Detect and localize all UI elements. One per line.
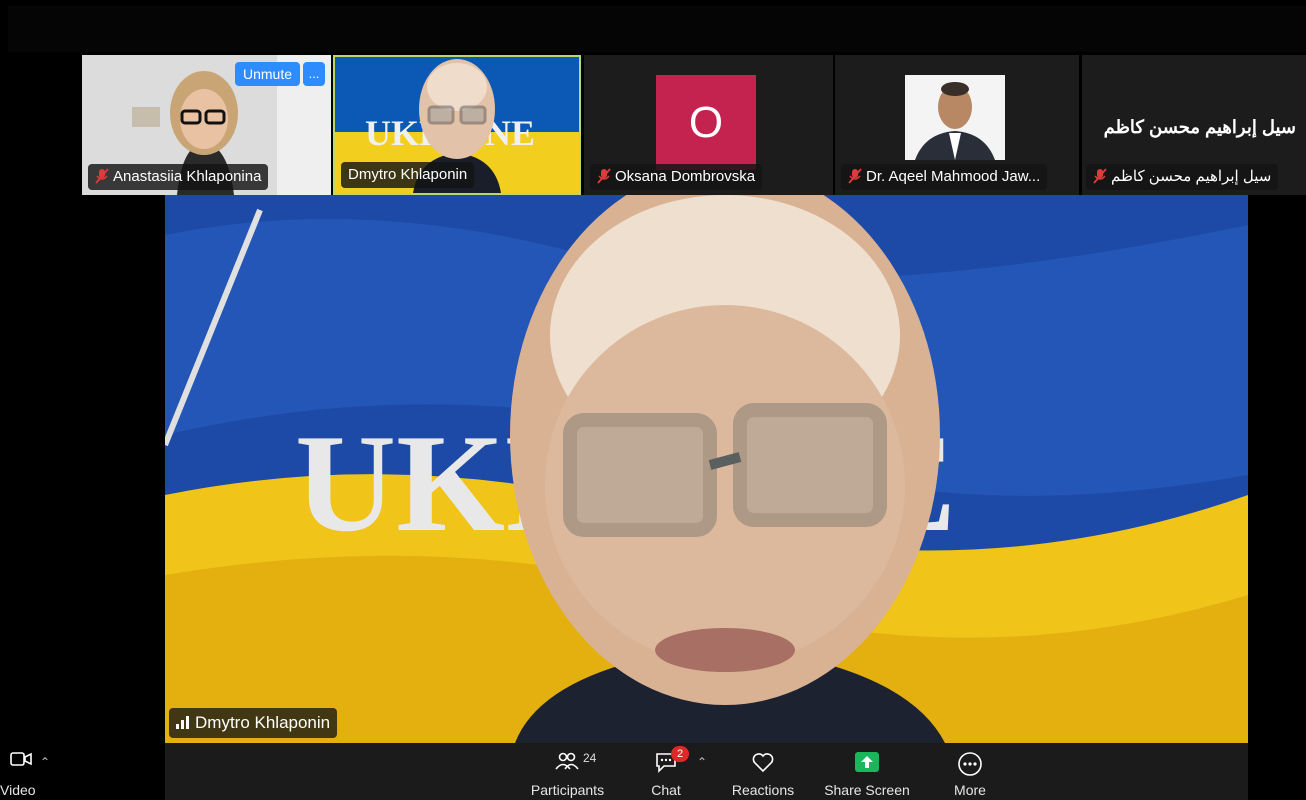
- chat-button[interactable]: 2 Chat: [640, 743, 692, 800]
- share-screen-icon: [855, 752, 879, 772]
- speaker-name: Dmytro Khlaponin: [195, 713, 331, 732]
- more-label: More: [954, 782, 986, 798]
- signal-bars-icon: [176, 716, 189, 729]
- chat-unread-badge: 2: [671, 746, 689, 762]
- participant-nametag: Anastasiia Khlaponina: [88, 164, 269, 190]
- avatar: O: [656, 75, 756, 170]
- video-button[interactable]: ⌃ Video: [0, 743, 60, 800]
- chat-label: Chat: [651, 782, 681, 798]
- participant-tile-oksana[interactable]: O Oksana Dombrovska: [584, 55, 833, 195]
- participants-label: Participants: [530, 782, 605, 798]
- share-screen-button[interactable]: Share Screen: [818, 743, 916, 800]
- speaker-video-feed: UKRAINE: [165, 195, 1248, 743]
- participant-name: سيل إبراهيم محسن كاظم: [1111, 168, 1272, 185]
- participants-count: 24: [583, 751, 597, 765]
- reactions-label: Reactions: [731, 782, 795, 798]
- more-button[interactable]: More: [945, 743, 995, 800]
- participants-icon: [555, 752, 579, 770]
- mic-muted-icon: [95, 168, 109, 184]
- participants-button[interactable]: 24 Participants: [525, 743, 610, 800]
- tile-options-button[interactable]: ...: [303, 62, 325, 86]
- participant-tile-anastasiia[interactable]: Unmute ... Anastasiia Khlaponina: [82, 55, 331, 195]
- chevron-up-icon[interactable]: ⌃: [697, 755, 707, 769]
- mic-muted-icon: [597, 168, 611, 184]
- toolbar-background: [165, 743, 1248, 800]
- participant-nametag: Dmytro Khlaponin: [341, 162, 475, 188]
- participant-nametag: سيل إبراهيم محسن كاظم: [1086, 164, 1279, 190]
- top-bar-strip: [8, 6, 1306, 52]
- speaker-nametag: Dmytro Khlaponin: [169, 708, 338, 738]
- participant-nametag: Oksana Dombrovska: [590, 164, 763, 190]
- chevron-up-icon[interactable]: ⌃: [40, 755, 50, 769]
- unmute-button[interactable]: Unmute: [235, 62, 300, 86]
- participant-tile-aqeel[interactable]: Dr. Aqeel Mahmood Jaw...: [835, 55, 1079, 195]
- meeting-top-bar: [0, 0, 1306, 55]
- participant-name: Oksana Dombrovska: [615, 168, 756, 185]
- share-screen-label: Share Screen: [824, 782, 910, 798]
- active-speaker-video[interactable]: UKRAINE Dmytro Khlaponin: [165, 195, 1248, 743]
- video-label: Video: [0, 782, 36, 798]
- participant-name: Dmytro Khlaponin: [348, 166, 468, 183]
- participant-tile-dmytro[interactable]: UKRAINE Dmytro Khlaponin: [333, 55, 581, 195]
- participant-name: Dr. Aqeel Mahmood Jaw...: [866, 168, 1041, 185]
- participant-tile-arabic[interactable]: سيل إبراهيم محسن كاظم سيل إبراهيم محسن ك…: [1082, 55, 1306, 195]
- mic-muted-icon: [1093, 168, 1107, 184]
- video-icon: [10, 752, 32, 766]
- mic-muted-icon: [848, 168, 862, 184]
- reactions-button[interactable]: Reactions: [725, 743, 801, 800]
- avatar: [905, 75, 1005, 160]
- participant-display-name: سيل إبراهيم محسن كاظم: [1103, 117, 1296, 137]
- participant-name: Anastasiia Khlaponina: [113, 168, 262, 185]
- participant-nametag: Dr. Aqeel Mahmood Jaw...: [841, 164, 1048, 190]
- heart-icon: [752, 753, 774, 773]
- meeting-toolbar: ⌃ Video 24 Participants 2 Chat ⌃ Reactio…: [0, 743, 1306, 800]
- more-icon: [958, 752, 982, 776]
